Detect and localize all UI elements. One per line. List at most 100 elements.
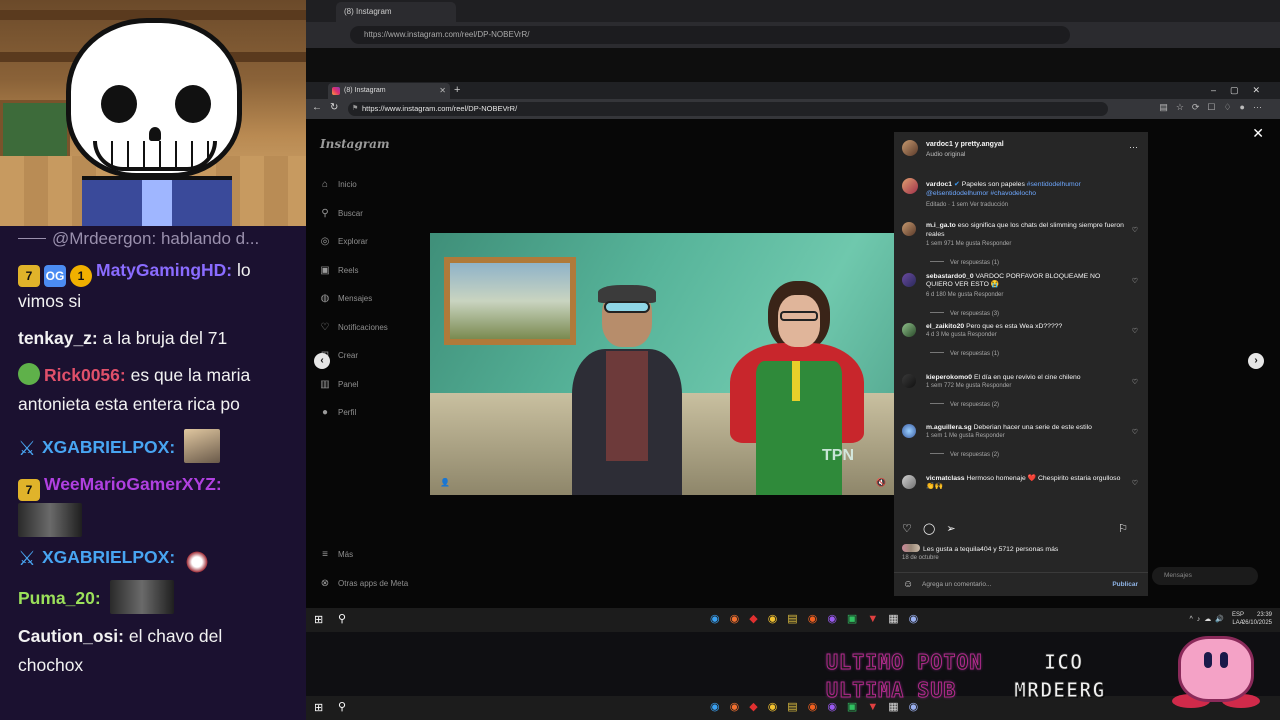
- sidebar-item-meta-apps[interactable]: ⊗ Otras apps de Meta: [318, 576, 408, 605]
- bookmark-icon[interactable]: ⚐: [1118, 522, 1128, 535]
- system-tray-icons[interactable]: ^♪☁🔊: [1189, 615, 1228, 623]
- chat-username[interactable]: XGABRIELPOX:: [42, 437, 175, 457]
- profile-icon: ●: [321, 407, 329, 418]
- post-author[interactable]: vardoc1 y pretty.angyal: [926, 141, 1004, 148]
- like-icon[interactable]: ♡: [902, 523, 912, 535]
- sidebar-item-mensajes[interactable]: ◍ Mensajes: [318, 291, 388, 320]
- comment-input[interactable]: Agrega un comentario...: [922, 581, 991, 588]
- sidebar-item-panel[interactable]: ▥ Panel: [318, 377, 388, 406]
- like-comment-icon[interactable]: ♡: [1132, 327, 1138, 335]
- stream-layout: @Mrdeergon: hablando d... 7 OG 1 MatyGaming…: [0, 0, 1280, 720]
- chat-username[interactable]: MatyGamingHD:: [96, 260, 232, 280]
- view-replies[interactable]: Ver respuestas (1): [930, 260, 999, 266]
- like-comment-icon[interactable]: ♡: [1132, 226, 1138, 234]
- avatar[interactable]: [902, 474, 916, 489]
- sidebar-item-notificaciones[interactable]: ♡ Notificaciones: [318, 320, 388, 349]
- comment-user[interactable]: el_zaikito20: [926, 323, 964, 330]
- avatar[interactable]: [902, 373, 916, 388]
- chat-username[interactable]: WeeMarioGamerXYZ:: [44, 474, 222, 494]
- sidebar-item-explorar[interactable]: ◎ Explorar: [318, 234, 388, 263]
- view-replies[interactable]: Ver respuestas (2): [930, 452, 999, 458]
- post-audio[interactable]: Audio original: [926, 151, 965, 158]
- new-tab-icon[interactable]: +: [454, 82, 460, 98]
- outer-browser-tab[interactable]: (8) Instagram: [336, 2, 456, 22]
- facecam: [0, 0, 306, 226]
- windows-start-icon[interactable]: ⊞: [314, 613, 323, 626]
- comment-user[interactable]: m.aguillera.sg: [926, 424, 972, 431]
- chat-message: 7 OG 1 MatyGamingHD: lo vimos si: [18, 256, 292, 316]
- heart-icon: ♡: [320, 321, 330, 333]
- comment-user[interactable]: kieperokomo0: [926, 374, 972, 381]
- emoji-icon[interactable]: ☺: [903, 579, 913, 590]
- like-comment-icon[interactable]: ♡: [1132, 428, 1138, 436]
- view-replies[interactable]: Ver respuestas (1): [930, 351, 999, 357]
- avatar[interactable]: [902, 178, 918, 194]
- caption-meta[interactable]: Editado · 1 sem Ver traducción: [926, 202, 1008, 208]
- sidebar-item-inicio[interactable]: ⌂ Inicio: [318, 177, 388, 206]
- instagram-logo[interactable]: Instagram: [320, 137, 390, 151]
- like-comment-icon[interactable]: ♡: [1132, 378, 1138, 386]
- messages-icon: ◍: [320, 293, 330, 304]
- mute-icon[interactable]: 🔇: [876, 478, 886, 487]
- sidebar-item-mas[interactable]: ≡ Más: [318, 547, 408, 576]
- back-icon[interactable]: ←↻: [312, 102, 346, 113]
- publish-button[interactable]: Publicar: [1112, 581, 1138, 588]
- taskbar-clock[interactable]: 23:39 26/10/2025: [1242, 611, 1272, 627]
- chat-message: @Mrdeergon: hablando d...: [18, 226, 292, 252]
- comment-user[interactable]: sebastardo0_0: [926, 273, 974, 280]
- comment-user[interactable]: m.i_ga.to: [926, 222, 956, 229]
- compass-icon: ◎: [320, 236, 330, 247]
- chat-username[interactable]: Rick0056:: [44, 365, 126, 385]
- toolbar-icons[interactable]: ▤☆⟳☐♢●⋯: [1159, 102, 1270, 113]
- close-icon[interactable]: ✕: [1252, 125, 1264, 142]
- taskbar-search-icon[interactable]: ⚲: [338, 612, 346, 625]
- last-donation-name: ICO: [1043, 650, 1084, 675]
- browser-tab[interactable]: (8) Instagram ✕: [328, 83, 450, 99]
- chat-message: Rick0056: es que la maria antonieta esta…: [18, 361, 292, 419]
- url-field[interactable]: https://www.instagram.com/reel/DP-NOBEVr…: [348, 102, 1108, 116]
- comment-text: El día en que revivio el cine chileno: [973, 373, 1081, 381]
- previous-arrow-icon[interactable]: ‹: [314, 353, 330, 369]
- outer-url-field[interactable]: https://www.instagram.com/reel/DP-NOBEVr…: [350, 26, 1070, 44]
- avatar[interactable]: [902, 323, 916, 337]
- sidebar-nav: ⌂ Inicio ⚲ Buscar ◎ Explorar ▣ Reels ◍ Mensaj…: [318, 177, 388, 434]
- like-comment-icon[interactable]: ♡: [1132, 277, 1138, 285]
- chat-username[interactable]: Caution_osi:: [18, 626, 124, 646]
- view-replies[interactable]: Ver respuestas (3): [930, 311, 999, 317]
- chat-username[interactable]: XGABRIELPOX:: [42, 547, 175, 567]
- chat-username[interactable]: tenkay_z:: [18, 328, 98, 348]
- comment-meta[interactable]: 6 d 180 Me gusta Responder: [926, 292, 1003, 298]
- comment-icon[interactable]: ◯: [923, 523, 935, 535]
- comment-user[interactable]: vicmatclass: [926, 475, 965, 482]
- avatar[interactable]: [902, 272, 916, 287]
- comment: kieperokomo0 El día en que revivio el ci…: [902, 373, 1140, 425]
- sidebar-item-perfil[interactable]: ● Perfil: [318, 405, 388, 434]
- taskbar-apps[interactable]: ◉◉◆◉▤◉◉▣▼▦◉: [710, 612, 928, 625]
- messages-button[interactable]: Mensajes: [1152, 567, 1258, 585]
- comment-meta[interactable]: 1 sem 772 Me gusta Responder: [926, 383, 1011, 389]
- avatar[interactable]: [902, 222, 916, 236]
- more-options-icon[interactable]: ⋯: [1129, 142, 1138, 153]
- tag-people-icon[interactable]: 👤: [440, 478, 450, 487]
- chat-message: ⚔ XGABRIELPOX:: [18, 543, 292, 574]
- reel-video[interactable]: TPN 👤 🔇: [430, 233, 894, 495]
- view-replies[interactable]: Ver respuestas (2): [930, 402, 999, 408]
- chat-username[interactable]: Puma_20:: [18, 588, 101, 608]
- sidebar-item-reels[interactable]: ▣ Reels: [318, 263, 388, 292]
- like-comment-icon[interactable]: ♡: [1132, 479, 1138, 487]
- next-arrow-icon[interactable]: ›: [1248, 353, 1264, 369]
- sidebar-item-buscar[interactable]: ⚲ Buscar: [318, 206, 388, 235]
- taskbar-search-icon[interactable]: ⚲: [338, 700, 346, 713]
- avatar[interactable]: [902, 424, 916, 438]
- comment-meta[interactable]: 1 sem 971 Me gusta Responder: [926, 241, 1011, 247]
- share-icon[interactable]: ➢: [946, 523, 955, 535]
- likes-count[interactable]: Les gusta a tequila404 y 5712 personas m…: [902, 544, 1058, 553]
- windows-start-icon[interactable]: ⊞: [314, 701, 323, 714]
- comment-meta[interactable]: 4 d 3 Me gusta Responder: [926, 332, 997, 338]
- caption-user[interactable]: vardoc1: [926, 181, 952, 188]
- close-tab-icon[interactable]: ✕: [439, 83, 446, 99]
- window-controls[interactable]: –▢✕: [1211, 82, 1274, 98]
- search-icon: ⚲: [321, 207, 329, 219]
- avatar[interactable]: [902, 140, 918, 156]
- comment-meta[interactable]: 1 sem 1 Me gusta Responder: [926, 433, 1005, 439]
